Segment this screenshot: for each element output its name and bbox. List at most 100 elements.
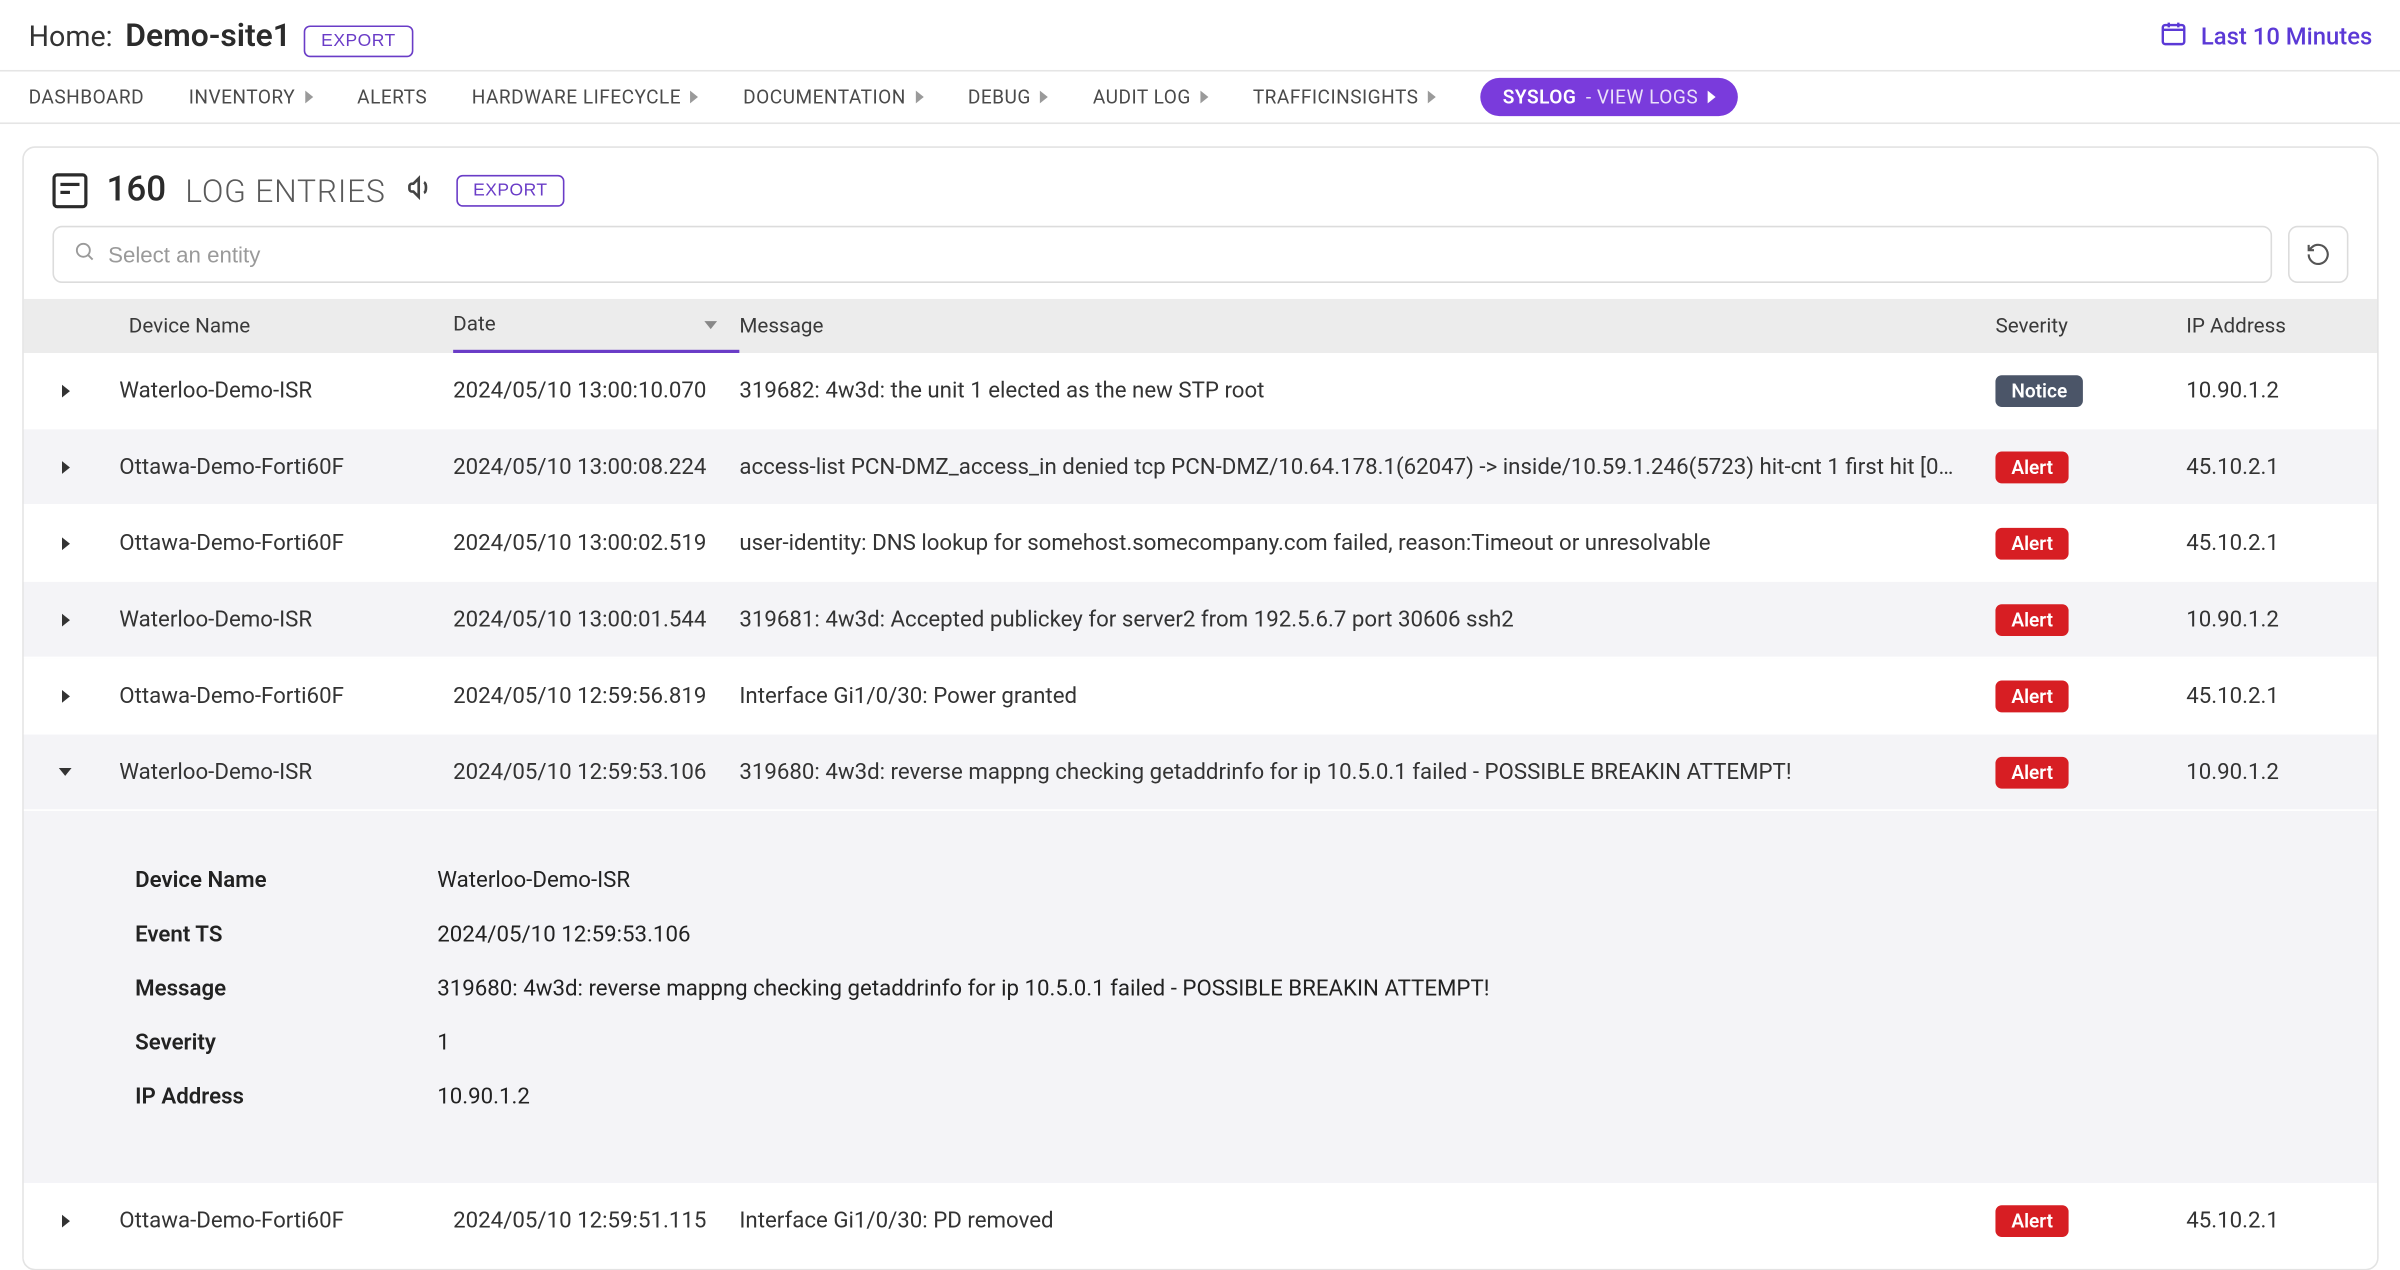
time-range-label: Last 10 Minutes	[2201, 22, 2372, 51]
cell-device: Waterloo-Demo-ISR	[119, 759, 453, 784]
cell-ip: 45.10.2.1	[2186, 1208, 2377, 1233]
tab-syslog[interactable]: SYSLOG - VIEW LOGS	[1481, 78, 1738, 116]
cell-severity: Alert	[1995, 527, 2186, 559]
col-date[interactable]: Date	[453, 299, 739, 353]
detail-value-ts: 2024/05/10 12:59:53.106	[437, 922, 2361, 947]
expand-toggle[interactable]	[24, 460, 119, 473]
tab-inventory[interactable]: INVENTORY	[189, 86, 313, 108]
search-icon	[73, 240, 95, 269]
panel-header: 160 LOG ENTRIES EXPORT	[24, 148, 2377, 226]
cell-date: 2024/05/10 13:00:08.224	[453, 454, 739, 479]
detail-label-ip: IP Address	[135, 1084, 437, 1109]
chevron-right-icon	[691, 91, 699, 104]
refresh-icon	[2306, 242, 2331, 267]
chevron-right-icon	[305, 91, 313, 104]
cell-message: 319682: 4w3d: the unit 1 elected as the …	[739, 378, 1995, 403]
severity-badge: Alert	[1995, 527, 2069, 559]
detail-label-severity: Severity	[135, 1030, 437, 1055]
caret-right-icon	[61, 537, 69, 550]
severity-badge: Alert	[1995, 603, 2069, 635]
cell-ip: 45.10.2.1	[2186, 683, 2377, 708]
log-icon	[52, 173, 87, 208]
table-row[interactable]: Ottawa-Demo-Forti60F 2024/05/10 13:00:02…	[24, 506, 2377, 582]
cell-severity: Alert	[1995, 680, 2186, 712]
tab-hardware-lifecycle[interactable]: HARDWARE LIFECYCLE	[472, 86, 699, 108]
table-row[interactable]: Waterloo-Demo-ISR 2024/05/10 12:59:53.10…	[24, 735, 2377, 811]
expand-toggle[interactable]	[24, 689, 119, 702]
tab-documentation[interactable]: DOCUMENTATION	[743, 86, 923, 108]
cell-device: Waterloo-Demo-ISR	[119, 607, 453, 632]
export-button-panel[interactable]: EXPORT	[456, 174, 565, 206]
table-row[interactable]: Waterloo-Demo-ISR 2024/05/10 13:00:01.54…	[24, 582, 2377, 658]
cell-message: access-list PCN-DMZ_access_in denied tcp…	[739, 454, 1995, 479]
cell-device: Ottawa-Demo-Forti60F	[119, 530, 453, 555]
expand-toggle[interactable]	[24, 537, 119, 550]
chevron-right-icon	[1708, 91, 1716, 104]
entity-search-input[interactable]	[108, 242, 2251, 267]
entity-search[interactable]	[52, 226, 2272, 283]
cell-severity: Notice	[1995, 374, 2186, 406]
megaphone-icon[interactable]	[405, 171, 437, 209]
cell-severity: Alert	[1995, 1204, 2186, 1236]
breadcrumb: Home: Demo-site1 EXPORT	[29, 16, 414, 57]
cell-ip: 45.10.2.1	[2186, 530, 2377, 555]
caret-right-icon	[61, 613, 69, 626]
cell-message: 319681: 4w3d: Accepted publickey for ser…	[739, 607, 1995, 632]
tab-trafficinsights[interactable]: TRAFFICINSIGHTS	[1253, 86, 1436, 108]
col-device[interactable]: Device Name	[119, 314, 453, 338]
severity-badge: Notice	[1995, 374, 2083, 406]
cell-message: user-identity: DNS lookup for somehost.s…	[739, 530, 1995, 555]
cell-ip: 10.90.1.2	[2186, 378, 2377, 403]
severity-badge: Alert	[1995, 451, 2069, 483]
cell-device: Ottawa-Demo-Forti60F	[119, 683, 453, 708]
time-range-selector[interactable]: Last 10 Minutes	[2160, 19, 2373, 54]
severity-badge: Alert	[1995, 680, 2069, 712]
cell-device: Waterloo-Demo-ISR	[119, 378, 453, 403]
refresh-button[interactable]	[2288, 226, 2348, 283]
cell-message: 319680: 4w3d: reverse mappng checking ge…	[739, 759, 1995, 784]
table-header: Device Name Date Message Severity IP Add…	[24, 299, 2377, 353]
cell-ip: 10.90.1.2	[2186, 607, 2377, 632]
caret-right-icon	[61, 689, 69, 702]
expand-toggle[interactable]	[24, 1214, 119, 1227]
tab-nav: DASHBOARD INVENTORY ALERTS HARDWARE LIFE…	[0, 70, 2400, 124]
expand-toggle[interactable]	[24, 384, 119, 397]
cell-date: 2024/05/10 13:00:02.519	[453, 530, 739, 555]
row-detail: Device NameWaterloo-Demo-ISR Event TS202…	[24, 811, 2377, 1183]
cell-device: Ottawa-Demo-Forti60F	[119, 454, 453, 479]
col-message[interactable]: Message	[739, 314, 1995, 338]
chevron-right-icon	[1200, 91, 1208, 104]
table-row[interactable]: Ottawa-Demo-Forti60F 2024/05/10 13:00:08…	[24, 429, 2377, 505]
tab-audit-log[interactable]: AUDIT LOG	[1093, 86, 1208, 108]
log-count: 160	[107, 170, 167, 210]
log-table: Device Name Date Message Severity IP Add…	[24, 299, 2377, 1259]
detail-label-message: Message	[135, 976, 437, 1001]
detail-value-message: 319680: 4w3d: reverse mappng checking ge…	[437, 976, 2361, 1001]
calendar-icon	[2160, 19, 2189, 54]
breadcrumb-home[interactable]: Home:	[29, 21, 113, 54]
cell-message: Interface Gi1/0/30: PD removed	[739, 1208, 1995, 1233]
export-button-top[interactable]: EXPORT	[304, 25, 413, 57]
cell-severity: Alert	[1995, 451, 2186, 483]
cell-date: 2024/05/10 12:59:56.819	[453, 683, 739, 708]
log-panel: 160 LOG ENTRIES EXPORT Device Name Date …	[22, 146, 2378, 1270]
table-row[interactable]: Ottawa-Demo-Forti60F 2024/05/10 12:59:51…	[24, 1183, 2377, 1259]
tab-debug[interactable]: DEBUG	[968, 86, 1049, 108]
detail-label-device: Device Name	[135, 868, 437, 893]
detail-label-ts: Event TS	[135, 922, 437, 947]
cell-date: 2024/05/10 12:59:51.115	[453, 1208, 739, 1233]
tab-alerts[interactable]: ALERTS	[357, 86, 427, 108]
table-row[interactable]: Ottawa-Demo-Forti60F 2024/05/10 12:59:56…	[24, 658, 2377, 734]
cell-message: Interface Gi1/0/30: Power granted	[739, 683, 1995, 708]
col-severity[interactable]: Severity	[1995, 314, 2186, 338]
col-ip[interactable]: IP Address	[2186, 314, 2377, 338]
expand-toggle[interactable]	[24, 768, 119, 776]
expand-toggle[interactable]	[24, 613, 119, 626]
cell-date: 2024/05/10 12:59:53.106	[453, 759, 739, 784]
cell-ip: 10.90.1.2	[2186, 759, 2377, 784]
tab-dashboard[interactable]: DASHBOARD	[29, 86, 145, 108]
caret-right-icon	[61, 460, 69, 473]
detail-value-device: Waterloo-Demo-ISR	[437, 868, 2361, 893]
chevron-right-icon	[1040, 91, 1048, 104]
table-row[interactable]: Waterloo-Demo-ISR 2024/05/10 13:00:10.07…	[24, 353, 2377, 429]
